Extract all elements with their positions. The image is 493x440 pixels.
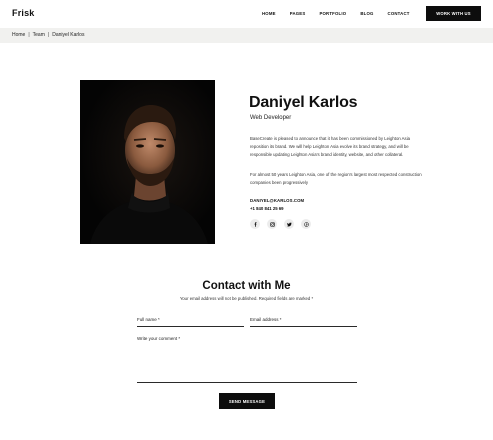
breadcrumb-bar: Home | Team | Daniyel Karlos [0,28,493,43]
breadcrumb-current: Daniyel Karlos [52,32,85,38]
breadcrumb-separator: | [47,32,50,38]
profile-email[interactable]: DANIYEL@KARLOS.COM [250,198,304,203]
portrait-illustration [80,80,215,244]
profile-phone[interactable]: +1 840 841 25 69 [250,206,284,211]
nav-item-blog[interactable]: BLOG [360,11,373,16]
nav-item-contact[interactable]: CONTACT [388,11,410,16]
full-name-field[interactable]: Full name * [137,317,160,322]
profile-role: Web Developer [250,115,292,121]
site-logo[interactable]: Frisk [12,8,35,18]
nav-item-pages[interactable]: PAGES [290,11,306,16]
profile-name: Daniyel Karlos [249,94,358,111]
email-underline [250,326,357,327]
social-links [250,219,311,229]
profile-bio-paragraph: For almost 50 years Leighton Asia, one o… [250,172,422,185]
nav-item-home[interactable]: HOME [262,11,276,16]
facebook-icon[interactable] [250,219,260,229]
instagram-icon[interactable] [267,219,277,229]
profile-photo [80,80,215,244]
site-header: Frisk HOME PAGES PORTFOLIO BLOG CONTACT … [0,0,493,28]
comment-field[interactable]: Write your comment * [137,336,180,341]
work-with-us-button[interactable]: WORK WITH US [426,6,481,21]
profile-bio-paragraph: BaseCreate is pleased to announce that i… [250,136,411,157]
email-field[interactable]: Email address * [250,317,282,322]
pinterest-icon[interactable] [301,219,311,229]
breadcrumb: Home | Team | Daniyel Karlos [12,32,84,38]
breadcrumb-team[interactable]: Team [33,32,45,38]
nav-item-portfolio[interactable]: PORTFOLIO [319,11,346,16]
send-message-button[interactable]: SEND MESSAGE [219,393,275,409]
main-nav: HOME PAGES PORTFOLIO BLOG CONTACT [262,11,424,16]
contact-subtitle: Your email address will not be published… [179,296,314,301]
breadcrumb-separator: | [28,32,30,38]
full-name-underline [137,326,244,327]
contact-title: Contact with Me [202,280,291,292]
comment-underline [137,382,357,383]
twitter-icon[interactable] [284,219,294,229]
breadcrumb-home[interactable]: Home [12,32,25,38]
